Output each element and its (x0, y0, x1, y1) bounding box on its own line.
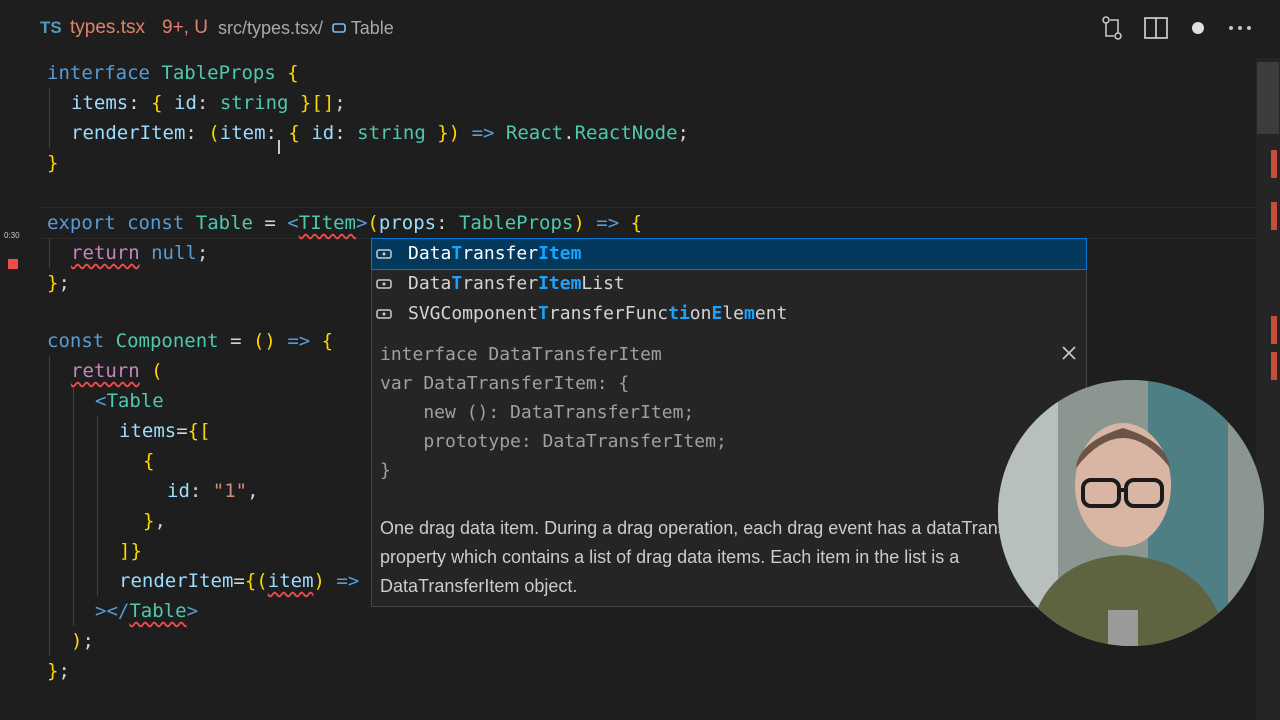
code-line[interactable]: }, (143, 506, 166, 536)
close-icon[interactable] (1060, 344, 1078, 362)
breadcrumb-symbol-label: Table (350, 18, 394, 38)
code-line[interactable]: interface TableProps { (47, 58, 299, 88)
code-line[interactable]: items: { id: string }[]; (71, 88, 346, 118)
unsaved-dot-icon[interactable] (1184, 14, 1212, 42)
breadcrumb-path[interactable]: src/types.tsx/ (218, 18, 323, 39)
code-line[interactable]: export const Table = <TItem>(props: Tabl… (47, 208, 642, 238)
code-line[interactable]: } (47, 148, 58, 178)
code-line[interactable]: { (143, 446, 154, 476)
suggest-item-label: DataTransferItemList (408, 273, 625, 294)
error-overview-mark (1271, 150, 1277, 178)
tab-file-name[interactable]: types.tsx (70, 17, 145, 39)
symbol-interface-icon (376, 279, 392, 289)
symbol-interface-icon (376, 309, 392, 319)
scrollbar-thumb[interactable] (1257, 62, 1279, 134)
code-line[interactable]: }; (47, 656, 70, 686)
error-overview-mark (1271, 316, 1277, 344)
suggest-item[interactable]: SVGComponentTransferFunctionElement (372, 299, 1086, 329)
text-cursor-icon (278, 140, 280, 154)
error-gutter-marker (8, 259, 18, 269)
more-actions-icon[interactable] (1226, 14, 1254, 42)
indent-guide (49, 356, 50, 656)
indent-guide (97, 416, 98, 596)
details-signature-line: interface DataTransferItem (380, 344, 662, 365)
compare-changes-icon[interactable] (1098, 14, 1126, 42)
details-signature-line: prototype: DataTransferItem; (380, 431, 727, 452)
error-overview-mark (1271, 202, 1277, 230)
code-line[interactable]: ); (71, 626, 94, 656)
code-line[interactable]: renderItem: (item: { id: string }) => Re… (71, 118, 689, 148)
code-line[interactable]: ></Table> (95, 596, 198, 626)
code-line[interactable]: id: "1", (167, 476, 259, 506)
suggest-widget[interactable]: DataTransferItem DataTransferItemList SVGC… (371, 238, 1087, 336)
split-editor-icon[interactable] (1142, 14, 1170, 42)
code-line[interactable]: ]} (119, 536, 142, 566)
code-line[interactable]: renderItem={(item) => (119, 566, 359, 596)
error-overview-mark (1271, 352, 1277, 380)
details-signature-line: } (380, 460, 391, 481)
file-problem-status: 9+, U (162, 17, 208, 38)
details-documentation: One drag data item. During a drag operat… (380, 518, 1028, 596)
recording-timer: 0:30 (4, 231, 20, 240)
symbol-interface-icon (332, 23, 346, 33)
breadcrumb-symbol[interactable]: Table (332, 18, 394, 39)
details-signature-line: new (): DataTransferItem; (380, 402, 695, 423)
code-line[interactable]: }; (47, 268, 70, 298)
code-line[interactable]: return ( (71, 356, 163, 386)
typescript-file-icon: TS (40, 18, 62, 37)
suggest-item-label: DataTransferItem (408, 243, 582, 264)
code-line[interactable]: const Component = () => { (47, 326, 333, 356)
details-signature-line: var DataTransferItem: { (380, 373, 630, 394)
suggest-item-label: SVGComponentTransferFunctionElement (408, 303, 788, 324)
suggest-item[interactable]: DataTransferItemList (372, 269, 1086, 299)
code-line[interactable]: <Table (95, 386, 164, 416)
indent-guide (49, 88, 50, 148)
presenter-image (998, 380, 1264, 646)
code-line[interactable]: items={[ (119, 416, 211, 446)
code-line[interactable]: return null; (71, 238, 208, 268)
indent-guide (49, 238, 50, 268)
symbol-interface-icon (376, 249, 392, 259)
webcam-overlay (998, 380, 1264, 646)
editor-title-bar: TS types.tsx 9+, U src/types.tsx/ Table (0, 0, 1280, 58)
indent-guide (73, 386, 74, 626)
suggest-details: interface DataTransferItem var DataTransf… (371, 334, 1087, 607)
suggest-item[interactable]: DataTransferItem (371, 238, 1087, 270)
